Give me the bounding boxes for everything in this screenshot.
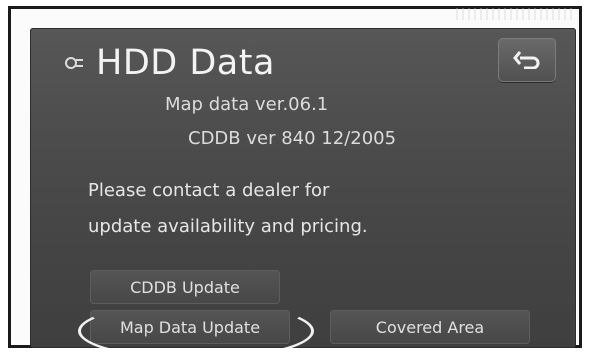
title-bar: HDD Data bbox=[64, 38, 275, 88]
map-data-update-button[interactable]: Map Data Update bbox=[90, 310, 290, 344]
cddb-version: CDDB ver 840 12/2005 bbox=[188, 128, 397, 149]
hdd-icon bbox=[64, 52, 86, 74]
cddb-update-button[interactable]: CDDB Update bbox=[90, 270, 280, 304]
map-data-version: Map data ver.06.1 bbox=[165, 94, 329, 115]
back-button[interactable] bbox=[498, 38, 556, 82]
page-title: HDD Data bbox=[96, 43, 275, 83]
hdd-data-screen: HDD Data Map data ver.06.1 CDDB ver 840 … bbox=[30, 28, 576, 348]
covered-area-button[interactable]: Covered Area bbox=[330, 310, 530, 344]
dealer-message: Please contact a dealer for update avail… bbox=[88, 173, 448, 245]
message-line-2: update availability and pricing. bbox=[88, 216, 368, 237]
return-arrow-icon bbox=[513, 47, 541, 73]
scan-artifact bbox=[456, 8, 576, 20]
message-line-1: Please contact a dealer for bbox=[88, 180, 330, 201]
